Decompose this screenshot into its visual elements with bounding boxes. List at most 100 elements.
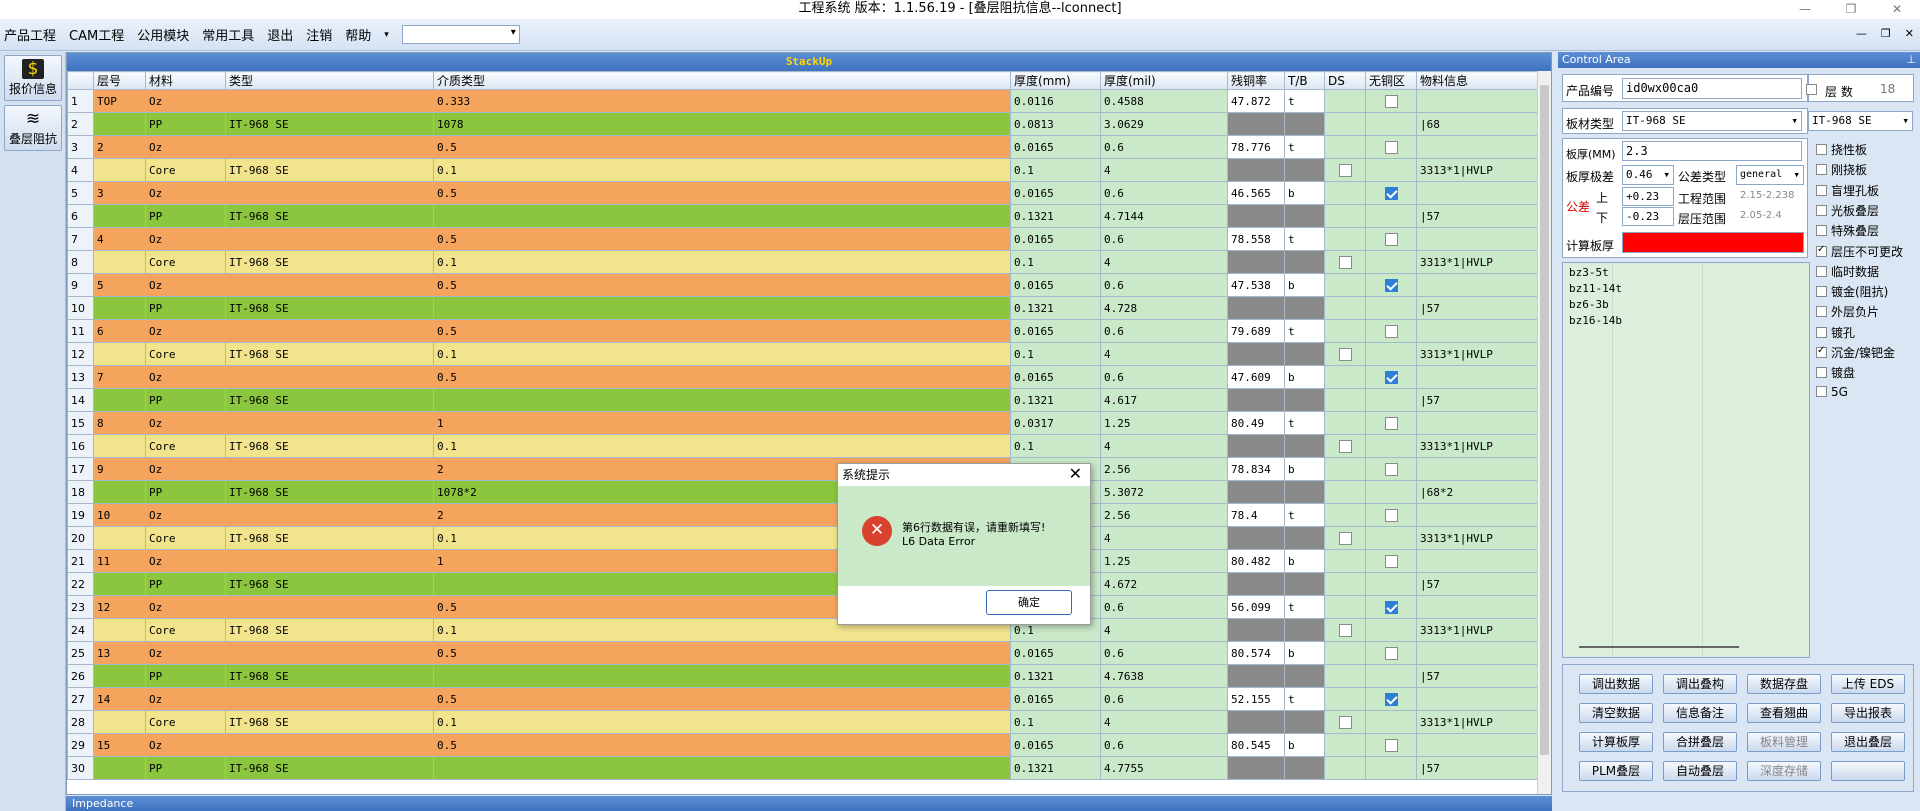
layer-cell[interactable] — [93, 756, 146, 780]
thickness-mil-cell[interactable]: 0.6 — [1100, 595, 1228, 619]
row-number-cell[interactable]: 1 — [67, 89, 94, 113]
control-button-6[interactable]: 查看翘曲 — [1747, 703, 1821, 723]
residual-copper-cell[interactable] — [1227, 296, 1285, 320]
layer-cell[interactable]: 11 — [93, 549, 146, 573]
thickness-mm-cell[interactable]: 0.1321 — [1010, 756, 1101, 780]
no-copper-cell[interactable] — [1365, 687, 1417, 711]
row-number-cell[interactable]: 12 — [67, 342, 94, 366]
thickness-mil-cell[interactable]: 4.7755 — [1100, 756, 1228, 780]
list-item[interactable]: bz11-14t — [1563, 281, 1809, 297]
dielectric-cell[interactable]: 1 — [433, 411, 1011, 435]
material-cell[interactable]: Oz — [145, 595, 226, 619]
table-row[interactable]: 4 Core IT-968 SE 0.1 0.1 4 3313*1|HVLP — [67, 158, 1538, 182]
top-bottom-cell[interactable]: t — [1284, 687, 1325, 711]
control-button-8[interactable]: 计算板厚 — [1579, 732, 1653, 752]
residual-copper-cell[interactable] — [1227, 250, 1285, 274]
type-cell[interactable] — [225, 641, 434, 665]
option-4[interactable]: 特殊叠层 — [1816, 222, 1879, 239]
table-row[interactable]: 16 Core IT-968 SE 0.1 0.1 4 3313*1|HVLP — [67, 434, 1538, 458]
thickness-mil-cell[interactable]: 1.25 — [1100, 549, 1228, 573]
row-number-cell[interactable]: 30 — [67, 756, 94, 780]
ds-cell[interactable] — [1324, 319, 1366, 343]
dielectric-cell[interactable]: 0.1 — [433, 250, 1011, 274]
thickness-mil-cell[interactable]: 4 — [1100, 434, 1228, 458]
material-cell[interactable]: Core — [145, 250, 226, 274]
residual-copper-cell[interactable] — [1227, 756, 1285, 780]
dielectric-cell[interactable] — [433, 388, 1011, 412]
no-copper-cell[interactable] — [1365, 181, 1417, 205]
ds-cell[interactable] — [1324, 365, 1366, 389]
no-copper-cell[interactable] — [1365, 411, 1417, 435]
row-number-cell[interactable]: 21 — [67, 549, 94, 573]
layer-cell[interactable] — [93, 112, 146, 136]
no-copper-checkbox[interactable] — [1384, 94, 1398, 108]
option-8[interactable]: 外层负片 — [1816, 303, 1879, 320]
thickness-mm-cell[interactable]: 0.0165 — [1010, 135, 1101, 159]
residual-copper-cell[interactable]: 79.689 — [1227, 319, 1285, 343]
dielectric-cell[interactable]: 0.1 — [433, 342, 1011, 366]
table-row[interactable]: 27 14 Oz 0.5 0.0165 0.6 52.155 t — [67, 687, 1538, 711]
material-info-cell[interactable]: |57 — [1416, 204, 1538, 228]
thickness-mm-cell[interactable]: 0.0116 — [1010, 89, 1101, 113]
list-item[interactable]: bz6-3b — [1563, 297, 1809, 313]
material-info-cell[interactable] — [1416, 89, 1538, 113]
material-info-cell[interactable]: 3313*1|HVLP — [1416, 710, 1538, 734]
layer-cell[interactable] — [93, 296, 146, 320]
option-checkbox[interactable] — [1816, 204, 1827, 216]
ds-cell[interactable] — [1324, 89, 1366, 113]
list-item[interactable]: bz3-5t — [1563, 265, 1809, 281]
material-cell[interactable]: PP — [145, 480, 226, 504]
option-12[interactable]: 5G — [1816, 385, 1848, 399]
row-number-cell[interactable]: 10 — [67, 296, 94, 320]
material-info-cell[interactable]: 3313*1|HVLP — [1416, 526, 1538, 550]
material-cell[interactable]: Core — [145, 710, 226, 734]
thickness-mil-cell[interactable]: 0.6 — [1100, 319, 1228, 343]
table-row[interactable]: 13 7 Oz 0.5 0.0165 0.6 47.609 b — [67, 365, 1538, 389]
top-bottom-cell[interactable] — [1284, 204, 1325, 228]
impedance-list[interactable]: bz3-5t bz11-14t bz6-3b bz16-14b — [1562, 262, 1810, 658]
material-cell[interactable]: Core — [145, 158, 226, 182]
material-cell[interactable]: Oz — [145, 319, 226, 343]
row-number-cell[interactable]: 11 — [67, 319, 94, 343]
layer-cell[interactable]: 12 — [93, 595, 146, 619]
top-bottom-cell[interactable]: b — [1284, 457, 1325, 481]
table-row[interactable]: 28 Core IT-968 SE 0.1 0.1 4 3313*1|HVLP — [67, 710, 1538, 734]
product-no-field[interactable]: id0wx00ca0 — [1622, 78, 1802, 99]
ds-checkbox[interactable] — [1338, 715, 1352, 729]
no-copper-cell[interactable] — [1365, 227, 1417, 251]
column-header[interactable]: DS — [1324, 71, 1366, 90]
top-bottom-cell[interactable]: t — [1284, 319, 1325, 343]
table-row[interactable]: 1 TOP Oz 0.333 0.0116 0.4588 47.872 t — [67, 89, 1538, 113]
thickness-mm-cell[interactable]: 0.1321 — [1010, 204, 1101, 228]
material-cell[interactable]: Oz — [145, 457, 226, 481]
column-header[interactable] — [67, 71, 94, 90]
table-row[interactable]: 9 5 Oz 0.5 0.0165 0.6 47.538 b — [67, 273, 1538, 297]
material-info-cell[interactable]: |68 — [1416, 112, 1538, 136]
dielectric-cell[interactable] — [433, 204, 1011, 228]
layer-cell[interactable] — [93, 388, 146, 412]
thickness-mm-cell[interactable]: 0.0165 — [1010, 319, 1101, 343]
ds-cell[interactable] — [1324, 641, 1366, 665]
top-bottom-cell[interactable]: b — [1284, 641, 1325, 665]
material-info-cell[interactable] — [1416, 687, 1538, 711]
ds-cell[interactable] — [1324, 480, 1366, 504]
material-info-cell[interactable]: |57 — [1416, 388, 1538, 412]
control-button-7[interactable]: 导出报表 — [1831, 703, 1905, 723]
type-cell[interactable]: IT-968 SE — [225, 526, 434, 550]
layer-cell[interactable]: 14 — [93, 687, 146, 711]
residual-copper-cell[interactable] — [1227, 388, 1285, 412]
menu-item-cam[interactable]: CAM工程 — [69, 25, 124, 44]
menu-item-logout[interactable]: 注销 — [306, 25, 332, 44]
table-row[interactable]: 23 12 Oz 0.5 0.6 56.099 t — [67, 595, 1538, 619]
top-bottom-cell[interactable] — [1284, 480, 1325, 504]
top-bottom-cell[interactable] — [1284, 388, 1325, 412]
layer-cell[interactable]: 8 — [93, 411, 146, 435]
thickness-mm-cell[interactable]: 0.1321 — [1010, 388, 1101, 412]
row-number-cell[interactable]: 18 — [67, 480, 94, 504]
material-info-cell[interactable]: |57 — [1416, 756, 1538, 780]
no-copper-checkbox[interactable] — [1384, 600, 1398, 614]
ds-cell[interactable] — [1324, 135, 1366, 159]
type-cell[interactable]: IT-968 SE — [225, 204, 434, 228]
material-info-cell[interactable]: 3313*1|HVLP — [1416, 342, 1538, 366]
ds-cell[interactable] — [1324, 526, 1366, 550]
